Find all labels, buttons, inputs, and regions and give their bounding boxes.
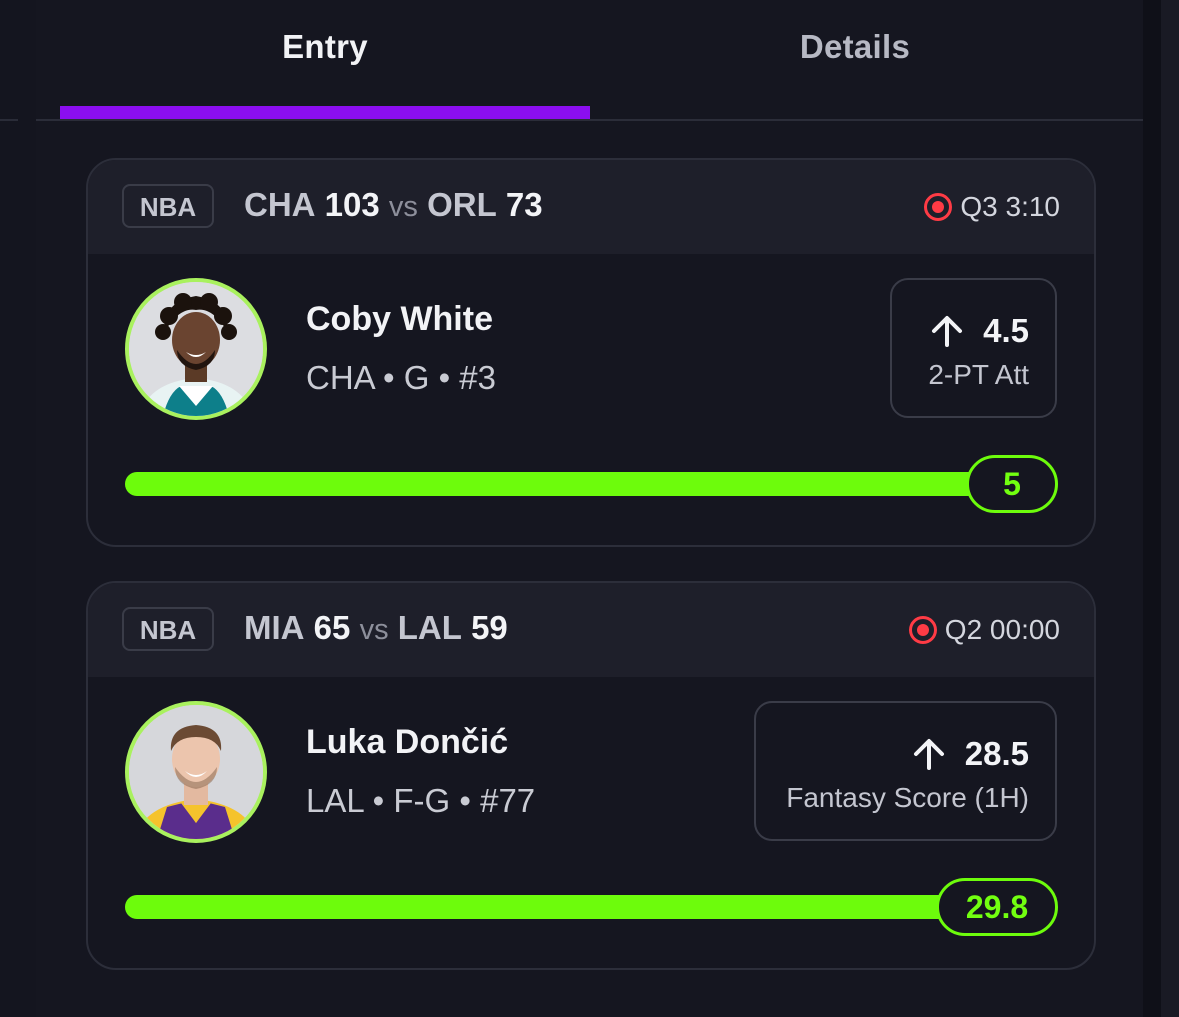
- line-value: 28.5: [964, 735, 1029, 772]
- current-value-badge: 5: [966, 455, 1058, 513]
- league-badge: NBA: [122, 607, 214, 651]
- game-status: Q3 3:10: [924, 189, 1060, 225]
- game-status: Q2 00:00: [908, 612, 1060, 648]
- vs-label: vs: [388, 191, 418, 223]
- arrow-up-icon: [932, 316, 963, 347]
- avatar: [125, 701, 267, 843]
- game-score: CHA 103 vs ORL 73: [244, 186, 543, 224]
- home-team: CHA: [244, 186, 316, 223]
- projection-box[interactable]: 28.5 Fantasy Score (1H): [754, 701, 1057, 841]
- arrow-up-icon: [913, 739, 944, 770]
- tab-entry[interactable]: Entry: [60, 28, 590, 66]
- progress-track: [125, 895, 1005, 919]
- game-score: MIA 65 vs LAL 59: [244, 609, 508, 647]
- progress-fill: [125, 472, 1005, 496]
- game-clock: Q3 3:10: [960, 191, 1060, 222]
- vs-label: vs: [359, 614, 389, 646]
- line-value: 4.5: [983, 312, 1029, 349]
- away-score: 59: [471, 609, 508, 646]
- player-info: CHA • G • #3: [306, 359, 497, 396]
- progress-track: [125, 472, 1005, 496]
- player-name: Coby White: [306, 300, 493, 338]
- projection-line: 4.5: [929, 312, 1029, 350]
- avatar: [125, 278, 267, 420]
- stat-type: 2-PT Att: [928, 359, 1029, 390]
- progress-fill: [125, 895, 1005, 919]
- projection-line: 28.5: [911, 735, 1029, 773]
- left-edge-panel: [0, 0, 36, 1017]
- player-info: LAL • F-G • #77: [306, 782, 536, 819]
- tab-details[interactable]: Details: [590, 28, 1120, 66]
- stat-type: Fantasy Score (1H): [786, 782, 1029, 813]
- projection-box[interactable]: 4.5 2-PT Att: [890, 278, 1057, 418]
- home-team: MIA: [244, 609, 305, 646]
- tab-divider: [36, 119, 1143, 121]
- league-badge: NBA: [122, 184, 214, 228]
- home-score: 103: [324, 186, 380, 223]
- live-record-icon: [924, 193, 953, 221]
- away-team: ORL: [427, 186, 497, 223]
- away-team: LAL: [397, 609, 462, 646]
- game-header: NBA CHA 103 vs ORL 73 Q3 3:10: [88, 160, 1094, 254]
- left-edge-divider: [0, 119, 18, 121]
- right-edge-strip: [1161, 0, 1179, 1017]
- game-clock: Q2 00:00: [944, 614, 1060, 645]
- player-name: Luka Dončić: [306, 723, 509, 761]
- current-value-badge: 29.8: [936, 878, 1058, 936]
- pick-card-coby-white[interactable]: NBA CHA 103 vs ORL 73 Q3 3:10 Coby White…: [86, 158, 1096, 547]
- active-tab-indicator: [60, 106, 590, 119]
- pick-card-luka-doncic[interactable]: NBA MIA 65 vs LAL 59 Q2 00:00 Luka Donči…: [86, 581, 1096, 970]
- live-record-icon: [908, 616, 937, 644]
- game-header: NBA MIA 65 vs LAL 59 Q2 00:00: [88, 583, 1094, 677]
- away-score: 73: [505, 186, 543, 223]
- home-score: 65: [313, 609, 351, 646]
